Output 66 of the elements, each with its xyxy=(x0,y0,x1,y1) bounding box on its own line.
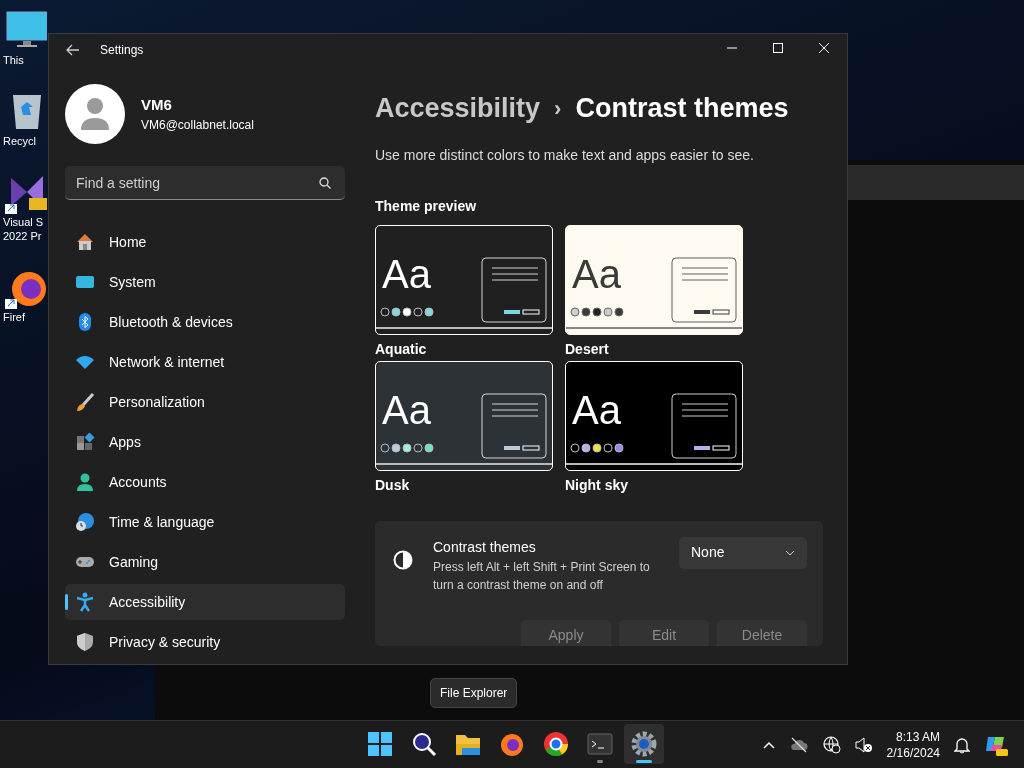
theme-preview[interactable]: Aa xyxy=(375,224,553,335)
theme-sample-text: Aa xyxy=(572,253,621,294)
nav-item[interactable]: System xyxy=(65,264,345,300)
accessibility-icon xyxy=(75,592,95,612)
globe-clock-icon xyxy=(75,512,95,532)
theme-preview[interactable]: Aa xyxy=(565,224,743,335)
nav-item[interactable]: Privacy & security xyxy=(65,624,345,660)
chevron-icon xyxy=(785,549,795,556)
globe-icon[interactable] xyxy=(822,736,841,754)
home-icon xyxy=(75,232,95,252)
gear-icon xyxy=(630,730,658,758)
brush-icon xyxy=(75,392,95,412)
terminal-icon xyxy=(586,730,614,758)
desktop-icon-label[interactable]: Visual S 2022 Pr xyxy=(3,216,44,243)
avatar-icon xyxy=(65,84,125,144)
setting-description: Press left Alt + left Shift + Print Screen to turn a contrast theme on and off xyxy=(433,558,651,594)
cloud-offline-icon[interactable] xyxy=(788,737,809,753)
theme-preview[interactable]: Aa xyxy=(375,360,553,471)
nav-item[interactable]: Apps xyxy=(65,424,345,460)
theme-name: Dusk xyxy=(375,475,411,495)
desktop-icon-label[interactable]: Recycl xyxy=(3,135,36,149)
nav-item[interactable]: Accessibility xyxy=(65,584,345,620)
close-icon[interactable] xyxy=(819,43,829,53)
page-description: Use more distinct colors to make text and apps easier to see. xyxy=(375,145,755,165)
shield-icon xyxy=(75,632,95,652)
contrast-icon xyxy=(393,549,413,570)
breadcrumb-separator: › xyxy=(554,94,562,123)
nav-item[interactable]: Gaming xyxy=(65,544,345,580)
chevron-up-icon[interactable] xyxy=(762,741,775,749)
nav-item[interactable]: Accounts xyxy=(65,464,345,500)
clock[interactable]: 8:13 AM 2/16/2024 xyxy=(886,728,940,762)
taskbar-button[interactable] xyxy=(624,724,664,764)
desktop-icon-label[interactable]: This xyxy=(3,54,24,68)
apps-icon xyxy=(75,432,95,452)
desktop-icon-label[interactable]: Firef xyxy=(3,310,25,324)
search-icon xyxy=(410,730,438,758)
theme-sample-text: Aa xyxy=(382,389,431,430)
theme-sample-text: Aa xyxy=(572,389,621,430)
theme-dropdown[interactable]: None xyxy=(679,536,807,569)
theme-name: Desert xyxy=(565,339,610,359)
window-title: Settings xyxy=(100,42,144,59)
chrome-icon xyxy=(542,730,570,758)
user-email: VM6@collabnet.local xyxy=(141,117,254,135)
tooltip: File Explorer xyxy=(430,678,518,708)
page-title: Contrast themes xyxy=(575,92,789,125)
nav-item[interactable]: Network & internet xyxy=(65,344,345,380)
search-field[interactable]: Find a setting xyxy=(65,166,345,200)
bell-icon[interactable] xyxy=(954,736,970,754)
nav-item[interactable]: Time & language xyxy=(65,504,345,540)
user-name: VM6 xyxy=(141,94,173,115)
section-heading: Theme preview xyxy=(375,196,478,216)
breadcrumb-link[interactable]: Accessibility xyxy=(375,88,541,129)
theme-name: Aquatic xyxy=(375,339,428,359)
nav-item[interactable]: Bluetooth & devices xyxy=(65,304,345,340)
maximize-icon[interactable] xyxy=(773,43,783,53)
person-icon xyxy=(75,472,95,492)
theme-name: Night sky xyxy=(565,475,629,495)
back-arrow-icon[interactable] xyxy=(66,44,80,56)
theme-preview[interactable]: Aa xyxy=(565,360,743,471)
theme-sample-text: Aa xyxy=(382,253,431,294)
start-icon xyxy=(366,730,394,758)
setting-title: Contrast themes xyxy=(433,537,537,557)
speaker-muted-icon[interactable] xyxy=(854,737,873,753)
nav-item[interactable]: Home xyxy=(65,224,345,260)
search-icon xyxy=(319,177,331,189)
nav-item[interactable]: Personalization xyxy=(65,384,345,420)
